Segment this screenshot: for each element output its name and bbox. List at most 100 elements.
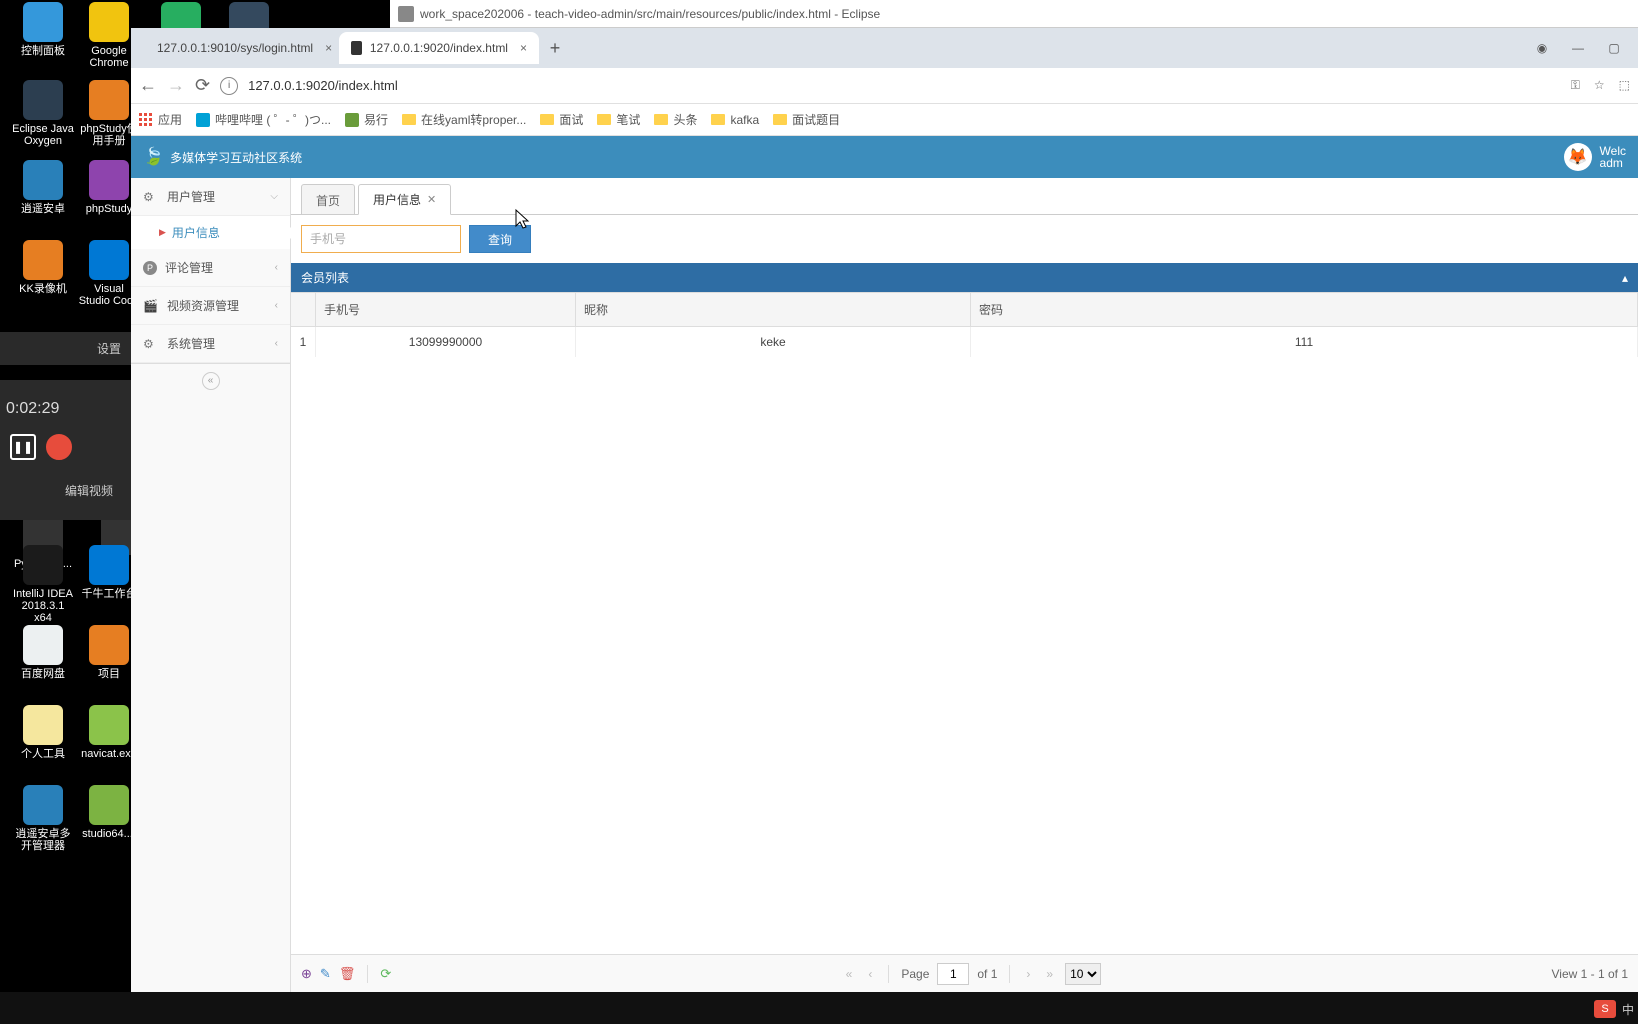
incognito-icon: ◉	[1532, 41, 1552, 55]
add-button[interactable]: ⊕	[301, 966, 312, 982]
browser-tab-0[interactable]: 127.0.0.1:9010/sys/login.html ×	[137, 32, 337, 64]
menu-label: 系统管理	[167, 335, 275, 352]
recorder-pause[interactable]: ❚❚	[10, 434, 36, 460]
tab-close-icon[interactable]: ×	[520, 41, 527, 55]
footer-view-text: View 1 - 1 of 1	[1552, 967, 1629, 981]
star-icon[interactable]: ☆	[1594, 78, 1605, 93]
delete-button[interactable]: 🗑	[339, 966, 356, 982]
desktop-icon[interactable]: 逍遥安卓多开管理器	[12, 785, 74, 852]
cell-nick: keke	[576, 327, 971, 357]
desktop-icon[interactable]: IntelliJ IDEA 2018.3.1 x64	[12, 545, 74, 624]
eclipse-title: work_space202006 - teach-video-admin/src…	[420, 7, 880, 21]
bookmark-item[interactable]: 面试	[540, 111, 583, 128]
recorder-record[interactable]	[46, 434, 72, 460]
nav-back-button[interactable]: ←	[139, 75, 157, 96]
query-button[interactable]: 查询	[469, 225, 531, 253]
ctab-label: 用户信息	[373, 191, 421, 208]
collapse-icon[interactable]: ▴	[1622, 271, 1628, 285]
site-info-icon[interactable]: i	[220, 77, 238, 95]
extensions-icon[interactable]: ⬚	[1619, 78, 1630, 93]
refresh-button[interactable]: ⟳	[380, 966, 391, 982]
desktop-icon[interactable]: 控制面板	[12, 2, 74, 57]
recorder-edit-link[interactable]: 编辑视频	[0, 470, 131, 511]
col-nick[interactable]: 昵称	[576, 293, 971, 326]
bookmark-item[interactable]: 笔试	[597, 111, 640, 128]
menu-system-mgmt[interactable]: ⚙ 系统管理 ‹	[131, 325, 290, 363]
tab-close-icon[interactable]: ×	[325, 41, 332, 55]
recorder-time: 0:02:29	[0, 380, 131, 428]
ime-lang[interactable]: 中	[1622, 1001, 1634, 1018]
browser-window: 127.0.0.1:9010/sys/login.html × 127.0.0.…	[131, 28, 1638, 992]
new-tab-button[interactable]: +	[541, 34, 569, 62]
header-user[interactable]: 🦊 Welc adm	[1564, 143, 1626, 171]
grid-footer: ⊕ ✎ 🗑 ⟳ « ‹ Page of 1 › » 10	[291, 954, 1638, 992]
triangle-icon: ▶	[159, 227, 166, 238]
maximize-button[interactable]: ▢	[1604, 41, 1624, 55]
desktop-icon[interactable]: Eclipse Java Oxygen	[12, 80, 74, 147]
pager-next: ›	[1022, 967, 1034, 981]
chevron-left-icon: ‹	[275, 262, 278, 273]
gear-icon: ⚙	[143, 190, 159, 204]
search-row: 查询	[291, 214, 1638, 263]
eclipse-titlebar: work_space202006 - teach-video-admin/src…	[390, 0, 1638, 28]
tab-title: 127.0.0.1:9010/sys/login.html	[157, 41, 313, 55]
content-tabs: 首页 用户信息 ✕	[291, 178, 1638, 215]
page-input[interactable]	[937, 963, 969, 985]
cell-phone: 13099990000	[316, 327, 576, 357]
chevron-left-icon: ‹	[275, 338, 278, 349]
close-icon[interactable]: ✕	[427, 193, 436, 206]
browser-tab-1[interactable]: 127.0.0.1:9020/index.html ×	[339, 32, 539, 64]
ctab-userinfo[interactable]: 用户信息 ✕	[358, 184, 451, 215]
search-input[interactable]	[301, 225, 461, 253]
key-icon[interactable]: ⚿	[1571, 78, 1580, 93]
pager-prev: ‹	[864, 967, 876, 981]
page-label: Page	[901, 967, 929, 981]
nav-reload-button[interactable]: ⟳	[195, 75, 210, 96]
edit-button[interactable]: ✎	[320, 966, 331, 982]
ctab-home[interactable]: 首页	[301, 184, 355, 215]
recorder-settings[interactable]: 设置	[0, 332, 131, 365]
menu-comment-mgmt[interactable]: P 评论管理 ‹	[131, 249, 290, 287]
cell-pass: 111	[971, 327, 1638, 357]
bookmark-item[interactable]: 面试题目	[773, 111, 840, 128]
col-pass[interactable]: 密码	[971, 293, 1638, 326]
bookmark-item[interactable]: 哔哩哔哩 ( ゜- ゜)つ...	[196, 111, 331, 128]
bookmark-item[interactable]: kafka	[711, 111, 759, 128]
eclipse-icon	[398, 6, 414, 22]
menu-label: 视频资源管理	[167, 297, 275, 314]
table-row[interactable]: 1 13099990000 keke 111	[291, 327, 1638, 357]
address-bar[interactable]: 127.0.0.1:9020/index.html	[248, 78, 1561, 93]
avatar: 🦊	[1564, 143, 1592, 171]
minimize-button[interactable]: —	[1568, 41, 1588, 55]
desktop-icon[interactable]: KK录像机	[12, 240, 74, 295]
bookmark-item[interactable]: 头条	[654, 111, 697, 128]
menu-user-mgmt[interactable]: ⚙ 用户管理 ⌵	[131, 178, 290, 216]
p-icon: P	[143, 261, 157, 275]
webapp: 🍃 多媒体学习互动社区系统 🦊 Welc adm ⚙ 用户管理 ⌵	[131, 136, 1638, 992]
col-phone[interactable]: 手机号	[316, 293, 576, 326]
apps-label: 应用	[158, 111, 182, 128]
bookmark-item[interactable]: 在线yaml转proper...	[402, 111, 526, 128]
apps-button[interactable]: 应用	[139, 111, 182, 128]
sidebar-collapse-button[interactable]: «	[131, 363, 290, 398]
bookmark-item[interactable]: 易行	[345, 111, 388, 128]
ime-badge[interactable]: S	[1594, 1000, 1616, 1018]
gear-icon: ⚙	[143, 337, 159, 351]
page-size-select[interactable]: 10	[1065, 963, 1101, 985]
chevron-left-icon: ‹	[275, 300, 278, 311]
col-rownum	[291, 293, 316, 326]
taskbar[interactable]: S 中	[0, 992, 1638, 1024]
desktop-icon[interactable]: 逍遥安卓	[12, 160, 74, 215]
pager-last: »	[1042, 967, 1057, 981]
desktop-icon[interactable]: 个人工具	[12, 705, 74, 760]
browser-tabstrip: 127.0.0.1:9010/sys/login.html × 127.0.0.…	[131, 28, 1638, 68]
menu-video-mgmt[interactable]: 🎬 视频资源管理 ‹	[131, 287, 290, 325]
submenu-user-info[interactable]: ▶ 用户信息	[131, 216, 290, 249]
desktop-icon[interactable]: 百度网盘	[12, 625, 74, 680]
cell-rownum: 1	[291, 327, 316, 357]
leaf-icon: 🍃	[143, 147, 164, 167]
username-text: adm	[1600, 157, 1626, 169]
submenu-label: 用户信息	[172, 224, 220, 241]
window-controls: ◉ — ▢	[1532, 41, 1632, 55]
sidebar: ⚙ 用户管理 ⌵ ▶ 用户信息 P 评论管理 ‹ 🎬 视频资源管理 ‹	[131, 178, 291, 992]
